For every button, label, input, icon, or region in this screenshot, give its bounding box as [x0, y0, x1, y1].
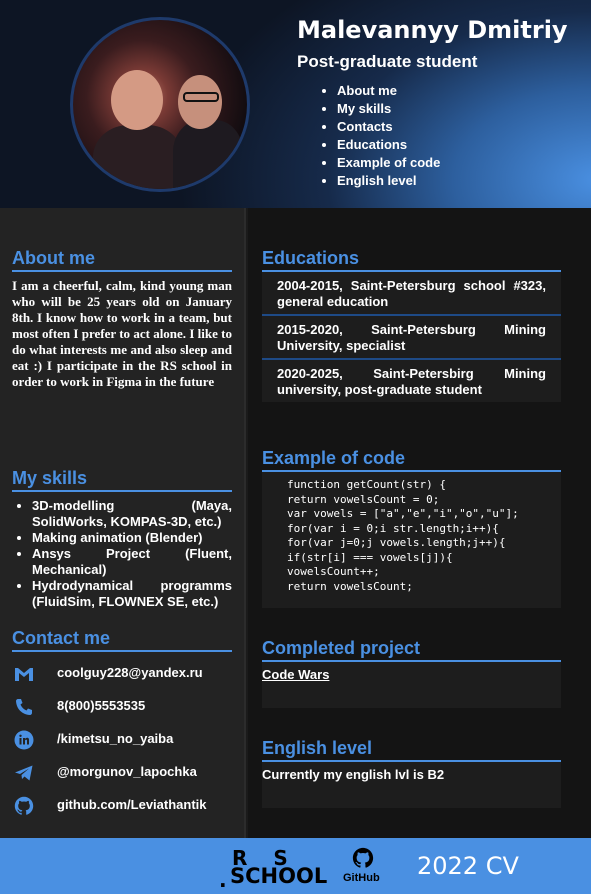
footer: RS . SCHOOL GitHub 2022 CV — [0, 838, 591, 894]
contact-email-text[interactable]: coolguy228@yandex.ru — [57, 665, 203, 680]
contact-github[interactable]: github.com/Leviathantik — [12, 795, 242, 817]
header: Malevannyy Dmitriy Post-graduate student… — [0, 0, 591, 208]
github-icon — [14, 796, 34, 815]
project-title: Completed project — [262, 638, 561, 662]
about-section: About me I am a cheerful, calm, kind you… — [12, 248, 232, 390]
page-title: Malevannyy Dmitriy — [297, 16, 568, 44]
project-section: Completed project Code Wars — [262, 638, 561, 708]
list-item: Making animation (Blender) — [32, 530, 232, 546]
page-subtitle: Post-graduate student — [297, 52, 478, 71]
contact-email[interactable]: coolguy228@yandex.ru — [12, 663, 242, 685]
list-item: 3D-modelling (Maya, SolidWorks, KOMPAS-3… — [32, 498, 232, 530]
educations-title: Educations — [262, 248, 561, 272]
contact-phone[interactable]: 8(800)5553535 — [12, 696, 242, 718]
main-content: Educations 2004-2015, Saint-Petersburg s… — [248, 208, 591, 838]
code-title: Example of code — [262, 448, 561, 472]
project-link[interactable]: Code Wars — [262, 667, 329, 682]
contact-github-text[interactable]: github.com/Leviathantik — [57, 797, 207, 812]
list-item: 2015-2020, Saint-Petersburg Mining Unive… — [262, 316, 561, 360]
phone-icon — [16, 699, 32, 715]
list-item: Hydrodynamical programms (FluidSim, FLOW… — [32, 578, 232, 610]
contact-telegram[interactable]: @morgunov_lapochka — [12, 762, 242, 784]
cv-year: 2022 CV — [417, 852, 519, 880]
skills-section: My skills 3D-modelling (Maya, SolidWorks… — [12, 468, 232, 610]
contact-telegram-text[interactable]: @morgunov_lapochka — [57, 764, 197, 779]
list-item: 2004-2015, Saint-Petersburg school #323,… — [262, 272, 561, 316]
code-block: function getCount(str) {return vowelsCou… — [287, 478, 519, 593]
linkedin-icon — [14, 730, 34, 750]
skills-title: My skills — [12, 468, 232, 492]
nav-item-about[interactable]: About me — [337, 82, 440, 100]
code-section: Example of code function getCount(str) {… — [262, 448, 561, 608]
list-item: Ansys Project (Fluent, Mechanical) — [32, 546, 232, 578]
github-label: GitHub — [343, 872, 380, 884]
nav-item-code[interactable]: Example of code — [337, 154, 440, 172]
nav-item-english[interactable]: English level — [337, 172, 440, 190]
about-text: I am a cheerful, calm, kind young man wh… — [12, 278, 232, 389]
contact-linkedin-text[interactable]: /kimetsu_no_yaiba — [57, 731, 173, 746]
gmail-icon — [15, 668, 33, 681]
sidebar: About me I am a cheerful, calm, kind you… — [0, 208, 246, 838]
contact-section: Contact me coolguy228@yandex.ru 8(800)55… — [12, 628, 232, 828]
english-text: Currently my english lvl is B2 — [262, 767, 445, 782]
nav-item-educations[interactable]: Educations — [337, 136, 440, 154]
list-item: 2020-2025, Saint-Petersbirg Mining unive… — [277, 366, 546, 397]
nav-menu: About me My skills Contacts Educations E… — [337, 82, 440, 190]
rs-school-logo[interactable]: RS . SCHOOL — [218, 844, 334, 892]
skills-list: 3D-modelling (Maya, SolidWorks, KOMPAS-3… — [32, 498, 232, 610]
contact-linkedin[interactable]: /kimetsu_no_yaiba — [12, 729, 242, 751]
nav-item-contacts[interactable]: Contacts — [337, 118, 440, 136]
nav-item-skills[interactable]: My skills — [337, 100, 440, 118]
github-icon — [352, 847, 374, 868]
github-logo[interactable]: GitHub — [342, 847, 386, 887]
english-title: English level — [262, 738, 561, 762]
educations-section: Educations 2004-2015, Saint-Petersburg s… — [262, 248, 561, 402]
telegram-icon — [15, 765, 33, 781]
contact-phone-text[interactable]: 8(800)5553535 — [57, 698, 145, 713]
contact-title: Contact me — [12, 628, 232, 652]
avatar — [70, 17, 250, 192]
about-title: About me — [12, 248, 232, 272]
english-section: English level Currently my english lvl i… — [262, 738, 561, 808]
